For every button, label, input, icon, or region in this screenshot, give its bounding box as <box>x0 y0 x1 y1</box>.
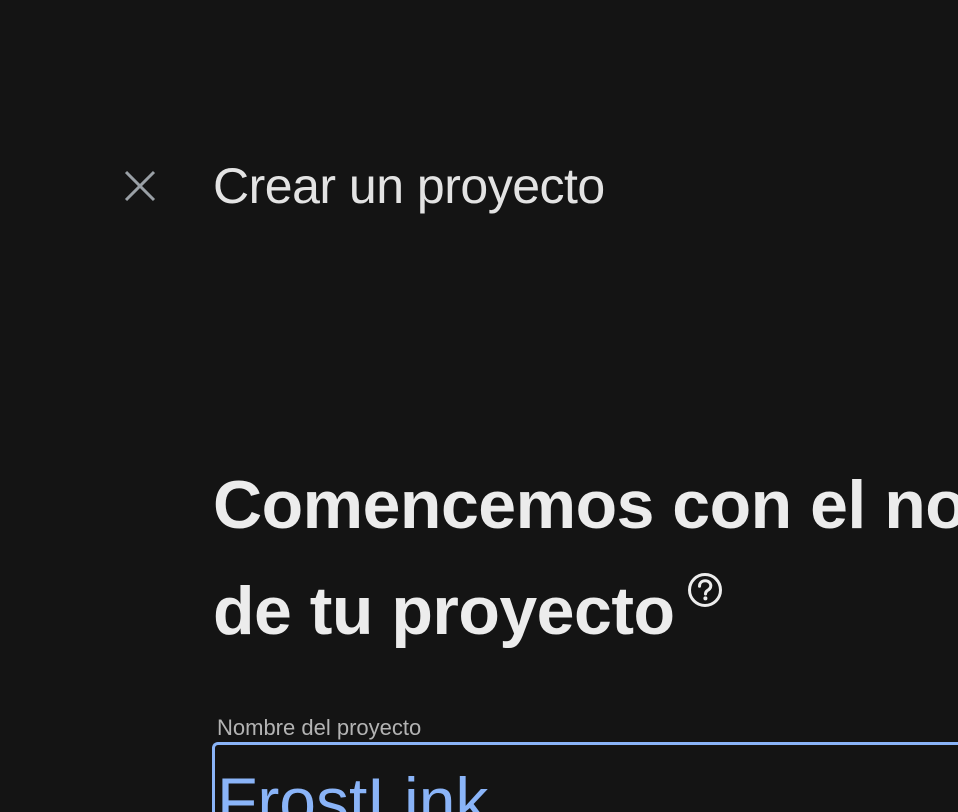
page-headline: Comencemos con el no de tu proyecto <box>213 452 958 664</box>
help-circle-icon[interactable] <box>687 572 723 608</box>
dialog-title: Crear un proyecto <box>213 158 605 214</box>
project-name-input[interactable] <box>217 756 957 812</box>
close-button[interactable] <box>116 162 164 210</box>
headline-line-2: de tu proyecto <box>213 558 958 664</box>
project-name-label: Nombre del proyecto <box>217 715 422 740</box>
headline-line-1: Comencemos con el no <box>213 467 958 543</box>
close-icon <box>123 169 157 203</box>
headline-line-2-text: de tu proyecto <box>213 573 675 649</box>
